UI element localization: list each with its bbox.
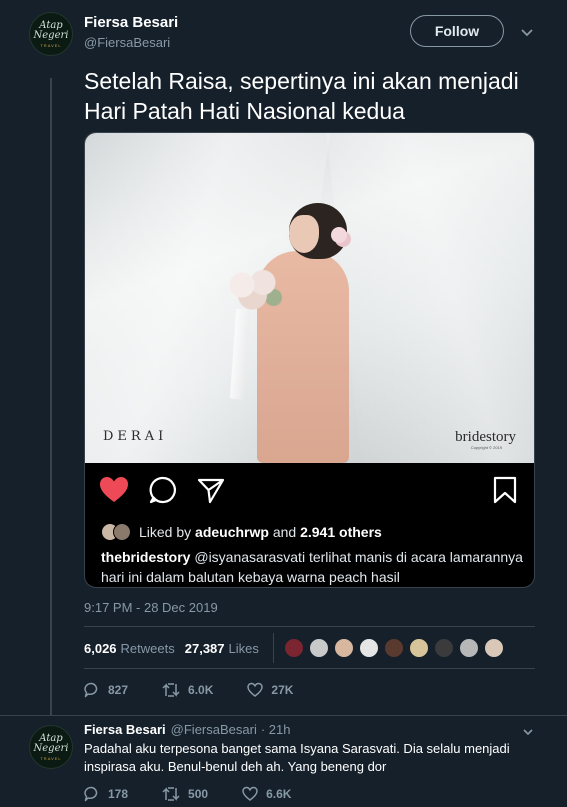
avatar-text-1: Atap [39, 19, 63, 31]
comment-icon[interactable] [148, 475, 178, 505]
photo-brand-derai: DERAI [103, 429, 168, 444]
retweets-label[interactable]: Retweets [121, 641, 175, 656]
author-name[interactable]: Fiersa Besari [84, 14, 178, 31]
reply-button[interactable]: 178 [84, 786, 128, 802]
chevron-down-icon[interactable] [519, 24, 535, 40]
author-avatar[interactable]: Atap Negeri TRAVEL [29, 12, 73, 56]
embed-caption: thebridestory @isyanasarasvati terlihat … [101, 547, 526, 587]
retweet-icon [162, 683, 180, 697]
retweet-count: 6.0K [188, 683, 214, 697]
reply-actions: 178 500 6.6K [84, 786, 325, 802]
avatar-text-3: TRAVEL [40, 755, 62, 761]
liker-avatar[interactable] [308, 638, 329, 658]
retweet-count: 500 [188, 787, 209, 801]
liker-avatar[interactable] [358, 638, 379, 658]
instagram-action-bar [85, 463, 534, 515]
avatar [113, 523, 131, 541]
photo-copyright: Copyright © 2019 [470, 445, 502, 450]
avatar-text-2: Negeri [33, 742, 69, 754]
likes-count[interactable]: 27,387 [185, 641, 225, 656]
heart-outline-icon [247, 682, 264, 697]
reply-text: Padahal aku terpesona banget sama Isyana… [84, 741, 510, 774]
tweet-text: Setelah Raisa, sepertinya ini akan menja… [84, 68, 519, 124]
avatar-text-3: TRAVEL [40, 42, 62, 48]
veil-light [325, 133, 534, 463]
avatar-text-2: Negeri [33, 29, 69, 41]
liked-by-avatars [101, 523, 131, 541]
retweets-count[interactable]: 6,026 [84, 641, 117, 656]
instagram-embed[interactable]: DERAI bridestory Copyright © 2019 Liked … [84, 132, 535, 588]
liker-avatar[interactable] [433, 638, 454, 658]
reply-author-handle[interactable]: @FiersaBesari [171, 722, 257, 737]
reply-author-avatar[interactable]: Atap Negeri TRAVEL [29, 725, 73, 769]
divider [0, 715, 567, 716]
like-button[interactable]: 27K [247, 682, 293, 698]
tweet-timestamp[interactable]: 9:17 PM - 28 Dec 2019 [84, 600, 218, 615]
liked-by-others[interactable]: 2.941 others [300, 524, 382, 540]
follow-button[interactable]: Follow [410, 15, 504, 47]
divider [84, 626, 535, 627]
liker-avatar[interactable] [408, 638, 429, 658]
liker-avatar[interactable] [333, 638, 354, 658]
reply-icon [84, 682, 98, 698]
liked-by-prefix: Liked by [139, 524, 192, 540]
bouquet [221, 265, 291, 315]
share-icon[interactable] [196, 475, 226, 505]
bookmark-icon[interactable] [490, 475, 520, 505]
likes-label[interactable]: Likes [229, 641, 259, 656]
liker-avatar[interactable] [383, 638, 404, 658]
liked-by-user[interactable]: adeuchrwp [195, 524, 269, 540]
tweet-actions: 827 6.0K 27K [84, 682, 327, 698]
reply-author-name[interactable]: Fiersa Besari [84, 722, 166, 737]
liker-avatar[interactable] [483, 638, 504, 658]
heart-outline-icon [242, 786, 258, 801]
reply-button[interactable]: 827 [84, 682, 128, 698]
hair-flower [331, 227, 347, 243]
embed-photo[interactable]: DERAI bridestory Copyright © 2019 [85, 133, 534, 463]
author-handle[interactable]: @FiersaBesari [84, 35, 170, 50]
reply-count: 178 [108, 787, 129, 801]
like-count: 6.6K [266, 787, 292, 801]
liked-by-and: and [272, 524, 297, 540]
like-button[interactable]: 6.6K [242, 786, 291, 802]
retweet-button[interactable]: 6.0K [162, 682, 213, 698]
reply-header: Fiersa Besari @FiersaBesari · 21h [84, 722, 290, 737]
liked-by[interactable]: Liked by adeuchrwp and 2.941 others [101, 521, 382, 543]
liker-avatar[interactable] [283, 638, 304, 658]
liker-avatar[interactable] [458, 638, 479, 658]
heart-icon[interactable] [99, 475, 129, 505]
retweet-icon [162, 787, 180, 801]
tweet-stats: 6,026 Retweets 27,387 Likes [84, 633, 509, 663]
reply-icon [84, 786, 98, 802]
likers-avatars [283, 638, 509, 658]
like-count: 27K [271, 683, 294, 697]
avatar-text-1: Atap [39, 732, 63, 744]
chevron-down-icon[interactable] [520, 724, 536, 740]
stats-separator [272, 633, 274, 663]
caption-user[interactable]: thebridestory [101, 549, 190, 565]
reply-time[interactable]: · 21h [261, 722, 291, 737]
retweet-button[interactable]: 500 [162, 786, 208, 802]
divider [84, 668, 535, 669]
reply-count: 827 [108, 683, 129, 697]
thread-line [50, 78, 52, 715]
bride-face [289, 215, 319, 253]
photo-brand-bridestory: bridestory [455, 429, 516, 445]
